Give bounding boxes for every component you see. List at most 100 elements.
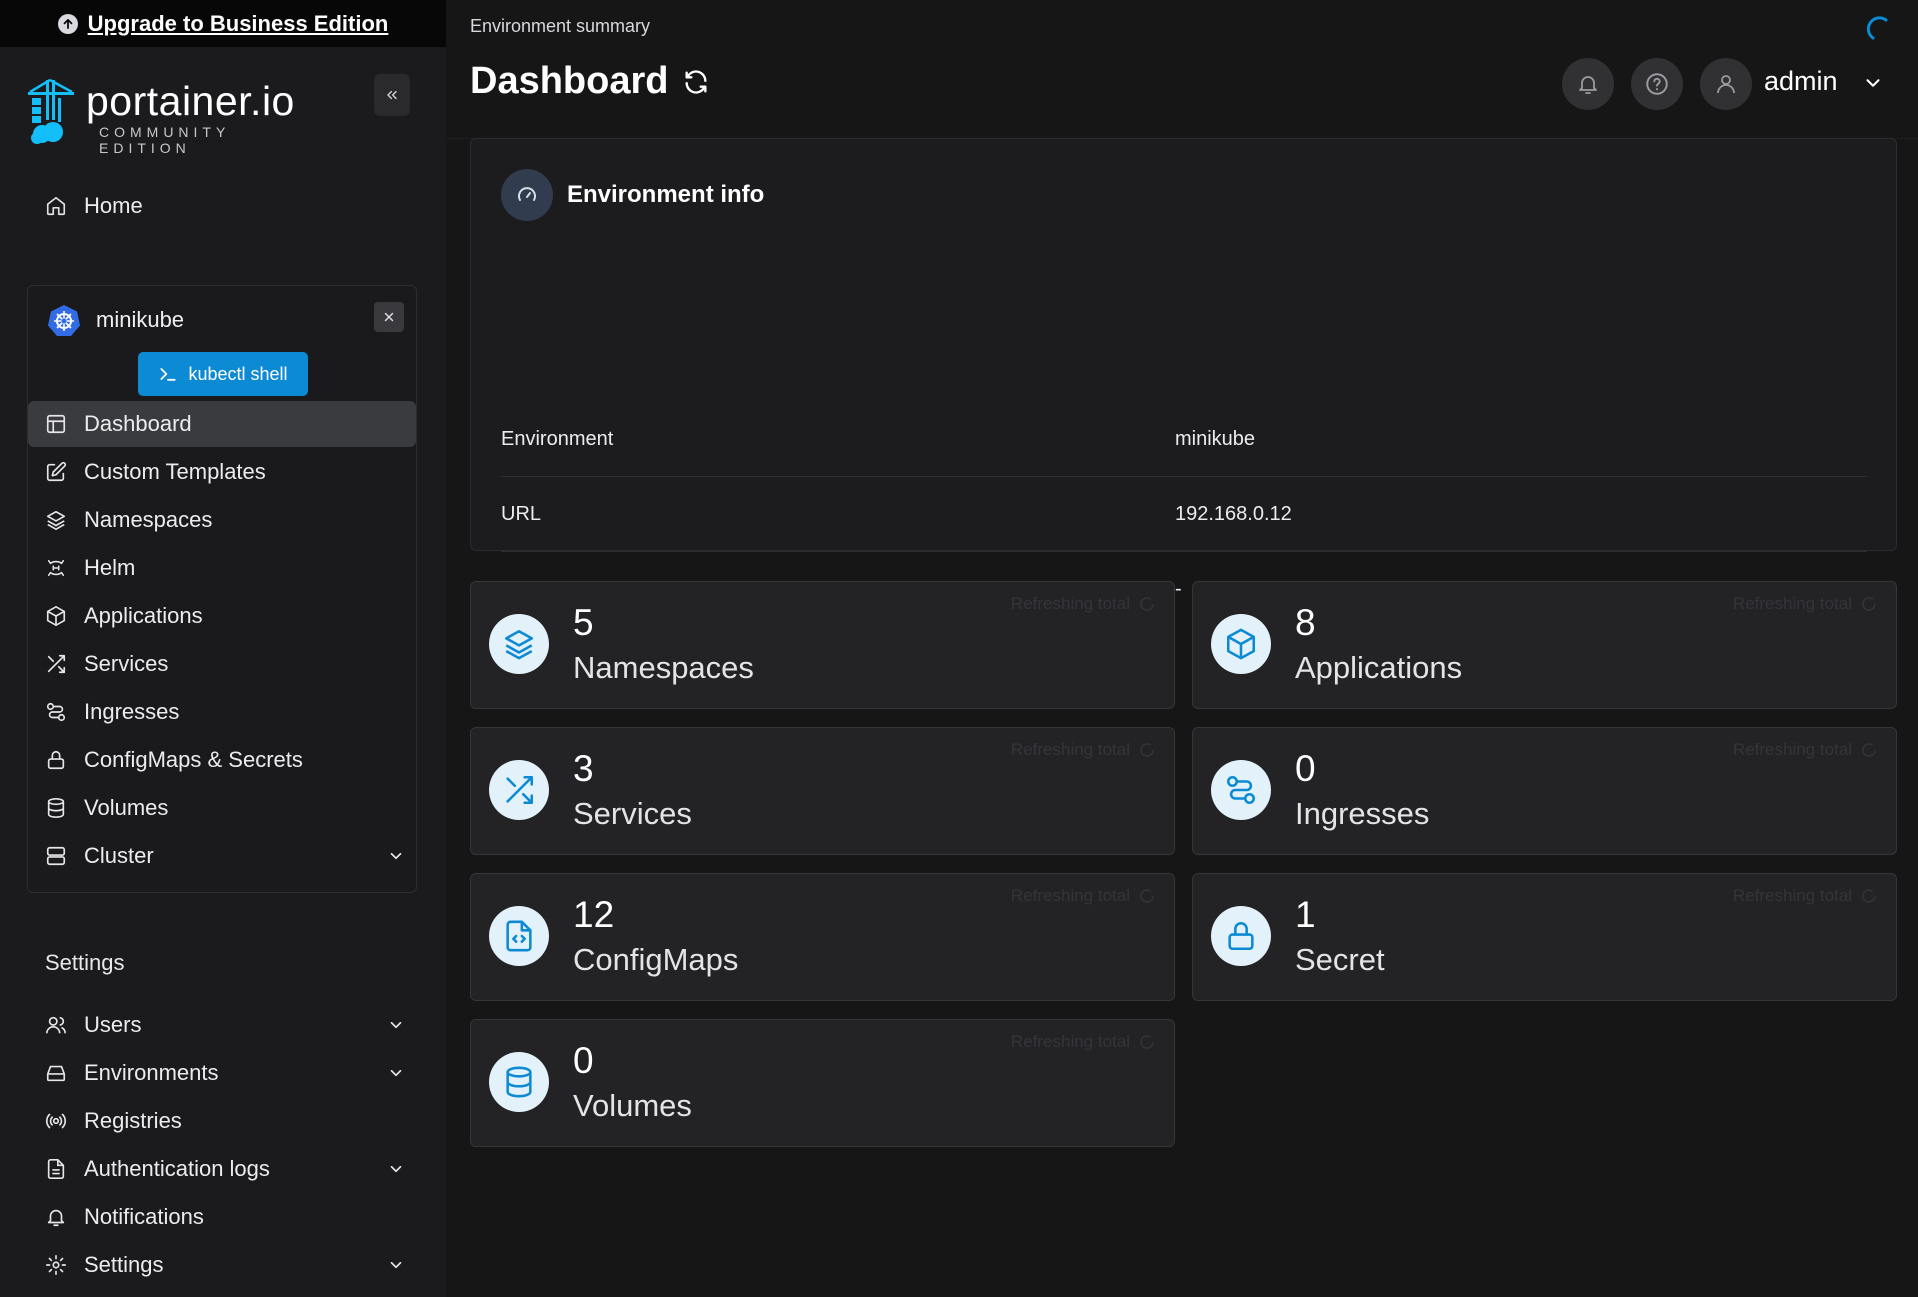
nav-configmaps-secrets-label: ConfigMaps & Secrets <box>84 747 303 772</box>
drive-icon <box>28 1062 84 1084</box>
nav-helm[interactable]: Helm <box>28 545 416 591</box>
refreshing-total: Refreshing total <box>1733 594 1878 614</box>
nav-volumes[interactable]: Volumes <box>28 785 416 831</box>
stat-label: ConfigMaps <box>573 942 739 977</box>
stat-card-applications[interactable]: 8 Applications Refreshing total <box>1192 581 1897 709</box>
nav-dashboard-label: Dashboard <box>84 411 192 436</box>
terminal-icon <box>158 364 178 384</box>
nav-cluster[interactable]: Cluster <box>28 833 416 879</box>
nav-helm-label: Helm <box>84 555 136 580</box>
nav-registries-label: Registries <box>84 1108 182 1133</box>
stat-card-volumes[interactable]: 0 Volumes Refreshing total <box>470 1019 1175 1147</box>
box-icon <box>28 605 84 627</box>
spinner-icon <box>1138 1033 1156 1051</box>
stat-value: 0 <box>573 1040 594 1081</box>
stat-card-secrets[interactable]: 1 Secret Refreshing total <box>1192 873 1897 1001</box>
page-title-text: Dashboard <box>470 60 669 102</box>
stat-card-configmaps[interactable]: 12 ConfigMaps Refreshing total <box>470 873 1175 1001</box>
nav-configmaps-secrets[interactable]: ConfigMaps & Secrets <box>28 737 416 783</box>
nav-services[interactable]: Services <box>28 641 416 687</box>
refresh-label: Refreshing total <box>1010 886 1130 905</box>
refresh-label: Refreshing total <box>1732 886 1852 905</box>
spinner-icon <box>1860 741 1878 759</box>
nav-namespaces-label: Namespaces <box>84 507 213 532</box>
chevron-down-icon <box>376 1256 416 1274</box>
refresh-icon[interactable] <box>682 68 710 96</box>
nav-dashboard[interactable]: Dashboard <box>28 401 416 447</box>
nav-namespaces[interactable]: Namespaces <box>28 497 416 543</box>
notifications-button[interactable] <box>1562 58 1614 110</box>
user-icon <box>1714 72 1738 96</box>
kubectl-shell-label: kubectl shell <box>188 363 288 384</box>
stat-card-ingresses[interactable]: 0 Ingresses Refreshing total <box>1192 727 1897 855</box>
environment-info-panel: Environment info Environment minikube UR… <box>470 138 1897 600</box>
box-icon <box>1211 614 1271 674</box>
chevron-down-icon <box>376 1016 416 1034</box>
helm-icon <box>28 557 84 579</box>
spinner-icon <box>1138 887 1156 905</box>
chevron-down-icon <box>376 1160 416 1178</box>
upgrade-link[interactable]: Upgrade to Business Edition <box>88 11 389 37</box>
nav-custom-templates[interactable]: Custom Templates <box>28 449 416 495</box>
refreshing-total: Refreshing total <box>1011 594 1156 614</box>
spinner-icon <box>1138 595 1156 613</box>
brand-logo[interactable]: portainer.io COMMUNITY EDITION <box>26 78 326 156</box>
info-value: 192.168.0.12 <box>1175 502 1292 525</box>
chevron-down-icon[interactable] <box>1862 72 1884 94</box>
nav-settings[interactable]: Settings <box>28 1242 416 1288</box>
refresh-label: Refreshing total <box>1732 740 1852 759</box>
page-title: Dashboard <box>470 60 710 103</box>
environment-name: minikube <box>96 307 185 332</box>
nav-notifications[interactable]: Notifications <box>28 1194 416 1240</box>
server-icon <box>28 845 84 867</box>
gear-icon <box>28 1254 84 1276</box>
collapse-sidebar-button[interactable] <box>374 74 410 116</box>
nav-volumes-label: Volumes <box>84 795 169 820</box>
nav-registries[interactable]: Registries <box>28 1098 416 1144</box>
stat-card-namespaces[interactable]: 5 Namespaces Refreshing total <box>470 581 1175 709</box>
nav-settings-label: Settings <box>84 1252 164 1277</box>
chevron-down-icon <box>376 1064 416 1082</box>
shuffle-icon <box>489 760 549 820</box>
close-environment-button[interactable] <box>374 302 404 332</box>
close-icon <box>382 310 396 324</box>
database-icon <box>28 797 84 819</box>
layout-icon <box>28 413 84 435</box>
stat-value: 8 <box>1295 602 1316 643</box>
stat-value: 1 <box>1295 894 1316 935</box>
users-icon <box>28 1014 84 1036</box>
nav-home[interactable]: Home <box>28 183 416 229</box>
nav-authentication-logs-label: Authentication logs <box>84 1156 270 1181</box>
info-row-environment: Environment minikube <box>501 402 1867 477</box>
layers-icon <box>489 614 549 674</box>
kubectl-shell-button[interactable]: kubectl shell <box>138 352 308 396</box>
nav-environments-label: Environments <box>84 1060 219 1085</box>
help-button[interactable] <box>1631 58 1683 110</box>
nav-environments[interactable]: Environments <box>28 1050 416 1096</box>
info-value: minikube <box>1175 427 1256 450</box>
breadcrumb: Environment summary <box>470 16 651 36</box>
file-code-icon <box>489 906 549 966</box>
file-text-icon <box>28 1158 84 1180</box>
nav-applications-label: Applications <box>84 603 203 628</box>
nav-services-label: Services <box>84 651 169 676</box>
nav-applications[interactable]: Applications <box>28 593 416 639</box>
stat-card-services[interactable]: 3 Services Refreshing total <box>470 727 1175 855</box>
environment-info-title: Environment info <box>567 181 765 208</box>
nav-custom-templates-label: Custom Templates <box>84 459 266 484</box>
refreshing-total: Refreshing total <box>1011 740 1156 760</box>
portainer-logo-icon <box>28 78 74 144</box>
user-name[interactable]: admin <box>1764 66 1838 97</box>
stat-label: Ingresses <box>1295 796 1430 831</box>
help-circle-icon <box>1644 71 1670 97</box>
nav-users[interactable]: Users <box>28 1002 416 1048</box>
spinner-icon <box>1138 741 1156 759</box>
nav-ingresses[interactable]: Ingresses <box>28 689 416 735</box>
stat-value: 3 <box>573 748 594 789</box>
radio-icon <box>28 1110 84 1132</box>
nav-users-label: Users <box>84 1012 142 1037</box>
nav-notifications-label: Notifications <box>84 1204 204 1229</box>
nav-authentication-logs[interactable]: Authentication logs <box>28 1146 416 1192</box>
spinner-icon <box>1860 595 1878 613</box>
user-avatar[interactable] <box>1700 58 1752 110</box>
